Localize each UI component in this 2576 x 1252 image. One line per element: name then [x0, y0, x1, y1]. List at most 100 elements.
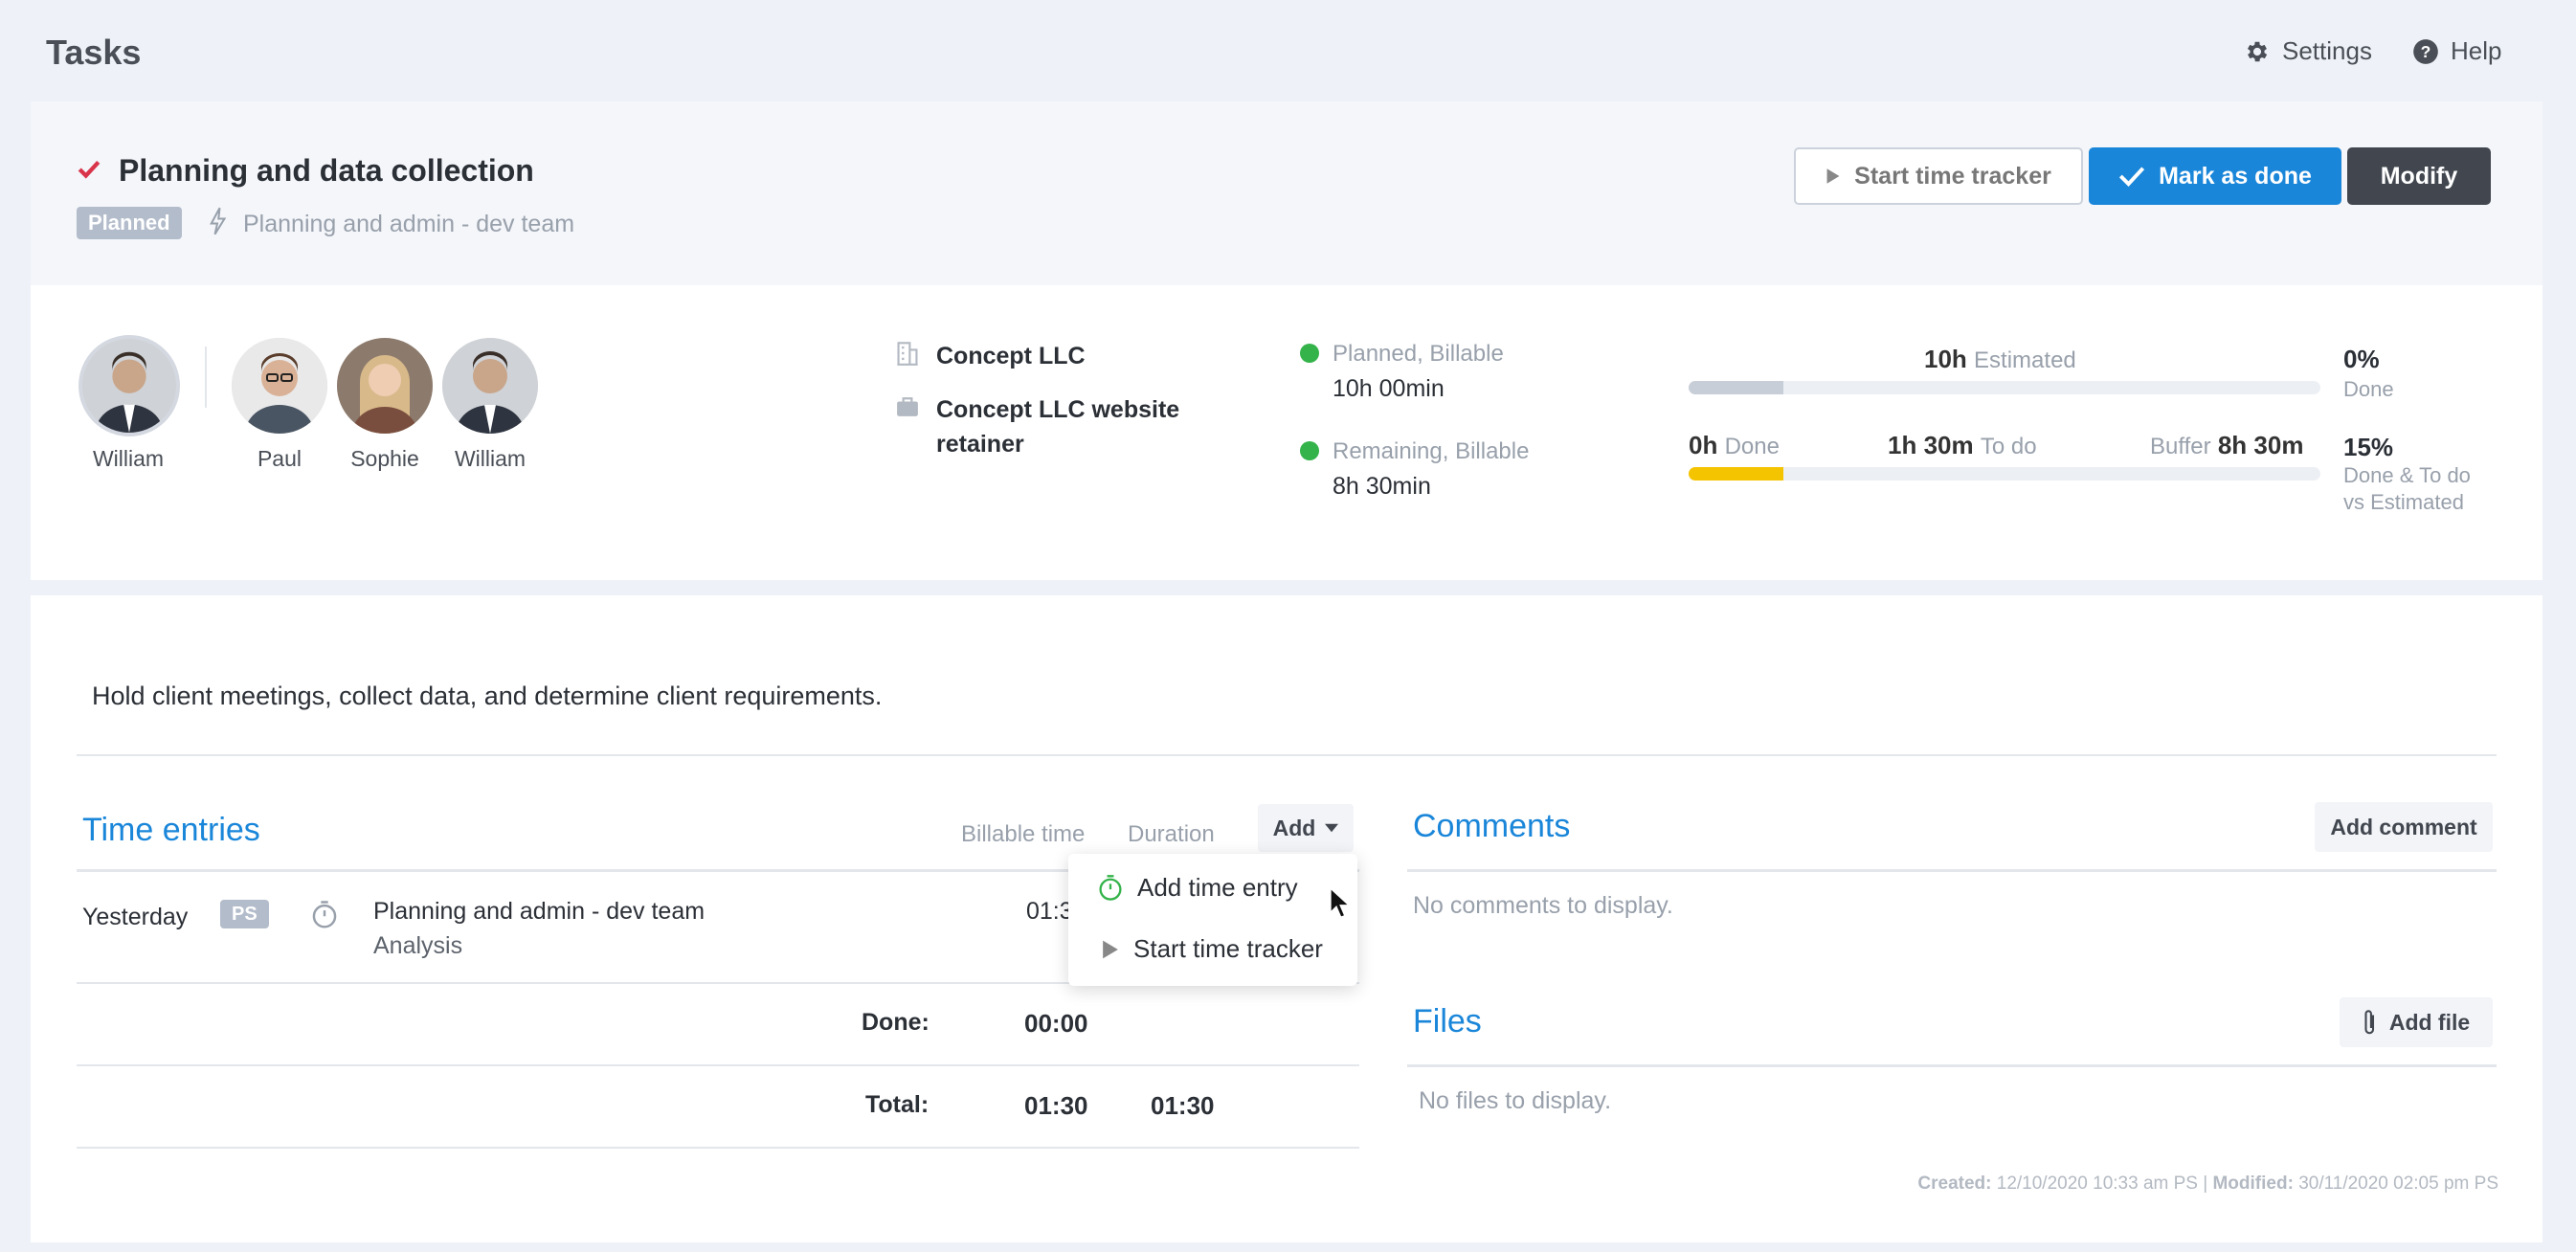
time-entries-title: Time entries: [82, 812, 260, 848]
entry-project[interactable]: Planning and admin - dev team: [373, 898, 705, 926]
divider: [77, 754, 2497, 756]
building-icon: [897, 342, 918, 366]
mark-as-done-label: Mark as done: [2159, 162, 2312, 190]
planned-label: Planned, Billable: [1333, 341, 1504, 367]
estimated-progress-bar: [1689, 381, 2320, 394]
done-todo-progress-bar: [1689, 467, 2320, 481]
billable-dot-icon: [1300, 344, 1319, 363]
person-icon: [442, 338, 538, 434]
files-title: Files: [1413, 1003, 1482, 1040]
entry-activity: Analysis: [373, 932, 463, 959]
svg-text:?: ?: [2421, 41, 2431, 60]
done-todo-progress-fill: [1689, 467, 1783, 481]
start-time-tracker-button[interactable]: Start time tracker: [1794, 147, 2083, 205]
total-billable-value: 01:30: [1024, 1091, 1088, 1120]
task-title: Planning and data collection: [119, 153, 534, 188]
user-initials-badge: PS: [220, 900, 269, 928]
divider: [1407, 1064, 2497, 1067]
play-icon: [1103, 940, 1118, 958]
planned-value: 10h 00min: [1333, 375, 1445, 402]
pct-ratio-value: 15%: [2343, 433, 2394, 461]
created-modified-meta: Created: 12/10/2020 10:33 am PS | Modifi…: [1761, 1174, 2498, 1195]
duration-header: Duration: [1128, 821, 1215, 847]
estimated-value: 10h: [1924, 345, 1967, 373]
add-dropdown-button[interactable]: Add: [1258, 804, 1354, 852]
start-time-tracker-menu-item[interactable]: Start time tracker: [1097, 934, 1323, 964]
billable-time-header: Billable time: [961, 821, 1086, 847]
done-summary: 0h Done: [1689, 431, 1780, 460]
modify-button[interactable]: Modify: [2347, 147, 2491, 205]
project-name[interactable]: Concept LLC website: [936, 396, 1179, 424]
total-duration-value: 01:30: [1151, 1091, 1215, 1120]
add-comment-button[interactable]: Add comment: [2315, 802, 2493, 852]
start-time-tracker-menu-label: Start time tracker: [1133, 934, 1323, 963]
add-time-entry-label: Add time entry: [1137, 873, 1298, 902]
help-label: Help: [2451, 36, 2502, 65]
add-label: Add: [1272, 815, 1316, 840]
check-icon: [2119, 167, 2145, 188]
divider: [77, 1147, 1359, 1149]
todo-value: 1h 30m: [1888, 431, 1974, 459]
modified-value: 30/11/2020 02:05 pm PS: [2298, 1174, 2498, 1194]
client-name[interactable]: Concept LLC: [936, 343, 1086, 370]
estimated-label: Estimated: [1974, 347, 2076, 373]
created-label: Created:: [1917, 1174, 1992, 1194]
estimated-summary: 10h Estimated: [1924, 345, 2076, 374]
files-empty-state: No files to display.: [1419, 1087, 1612, 1114]
pct-ratio-label-cont: vs Estimated: [2343, 490, 2464, 514]
page-title: Tasks: [46, 33, 142, 72]
person-icon: [337, 338, 433, 434]
buffer-label: Buffer: [2150, 434, 2211, 459]
comments-title: Comments: [1413, 808, 1571, 844]
modified-label: Modified:: [2212, 1174, 2294, 1194]
status-badge: Planned: [77, 207, 182, 239]
estimated-progress-fill: [1689, 381, 1783, 394]
done-label: Done: [1724, 434, 1780, 459]
play-icon: [1826, 168, 1840, 184]
avatar[interactable]: [78, 335, 180, 436]
assignee-name: William: [454, 446, 526, 471]
caret-down-icon: [1325, 823, 1339, 833]
buffer-summary: Buffer 8h 30m: [2150, 431, 2303, 460]
divider: [1407, 869, 2497, 872]
pct-done-value: 0%: [2343, 345, 2380, 373]
project-link[interactable]: Planning and admin - dev team: [243, 211, 574, 238]
add-dropdown-menu: Add time entry Start time tracker: [1068, 854, 1357, 986]
stopwatch-icon: [312, 901, 337, 928]
remaining-label: Remaining, Billable: [1333, 438, 1530, 464]
person-icon: [232, 338, 327, 434]
done-total-value: 00:00: [1024, 1009, 1088, 1038]
add-file-label: Add file: [2388, 1009, 2471, 1035]
avatar[interactable]: [442, 338, 538, 434]
mouse-cursor-icon: [1329, 886, 1350, 919]
todo-label: To do: [1980, 434, 2037, 459]
check-icon: [78, 160, 101, 179]
pct-ratio-label: Done & To do: [2343, 463, 2471, 487]
settings-link[interactable]: Settings: [2244, 36, 2372, 66]
entry-date: Yesterday: [82, 904, 189, 930]
owner-name: William: [92, 446, 165, 471]
help-icon: ?: [2413, 38, 2438, 64]
avatar[interactable]: [337, 338, 433, 434]
remaining-value: 8h 30min: [1333, 473, 1431, 500]
help-link[interactable]: ? Help: [2412, 36, 2501, 66]
add-file-button[interactable]: Add file: [2340, 997, 2493, 1047]
pct-done-label: Done: [2343, 377, 2394, 401]
start-time-tracker-label: Start time tracker: [1854, 162, 2051, 190]
briefcase-icon: [897, 397, 918, 416]
billable-dot-icon: [1300, 441, 1319, 460]
divider: [77, 1064, 1359, 1066]
person-icon: [82, 339, 176, 433]
project-name-cont[interactable]: retainer: [936, 431, 1024, 458]
meta-separator: |: [2203, 1174, 2208, 1194]
stopwatch-icon: [1099, 874, 1122, 901]
settings-label: Settings: [2282, 36, 2372, 65]
mark-as-done-button[interactable]: Mark as done: [2089, 147, 2341, 205]
bolt-icon: [210, 207, 227, 235]
done-total-label: Done:: [862, 1009, 930, 1036]
task-description: Hold client meetings, collect data, and …: [92, 682, 883, 710]
avatar[interactable]: [232, 338, 327, 434]
comments-empty-state: No comments to display.: [1413, 892, 1673, 919]
grand-total-label: Total:: [865, 1091, 930, 1118]
add-time-entry-menu-item[interactable]: Add time entry: [1097, 873, 1298, 903]
